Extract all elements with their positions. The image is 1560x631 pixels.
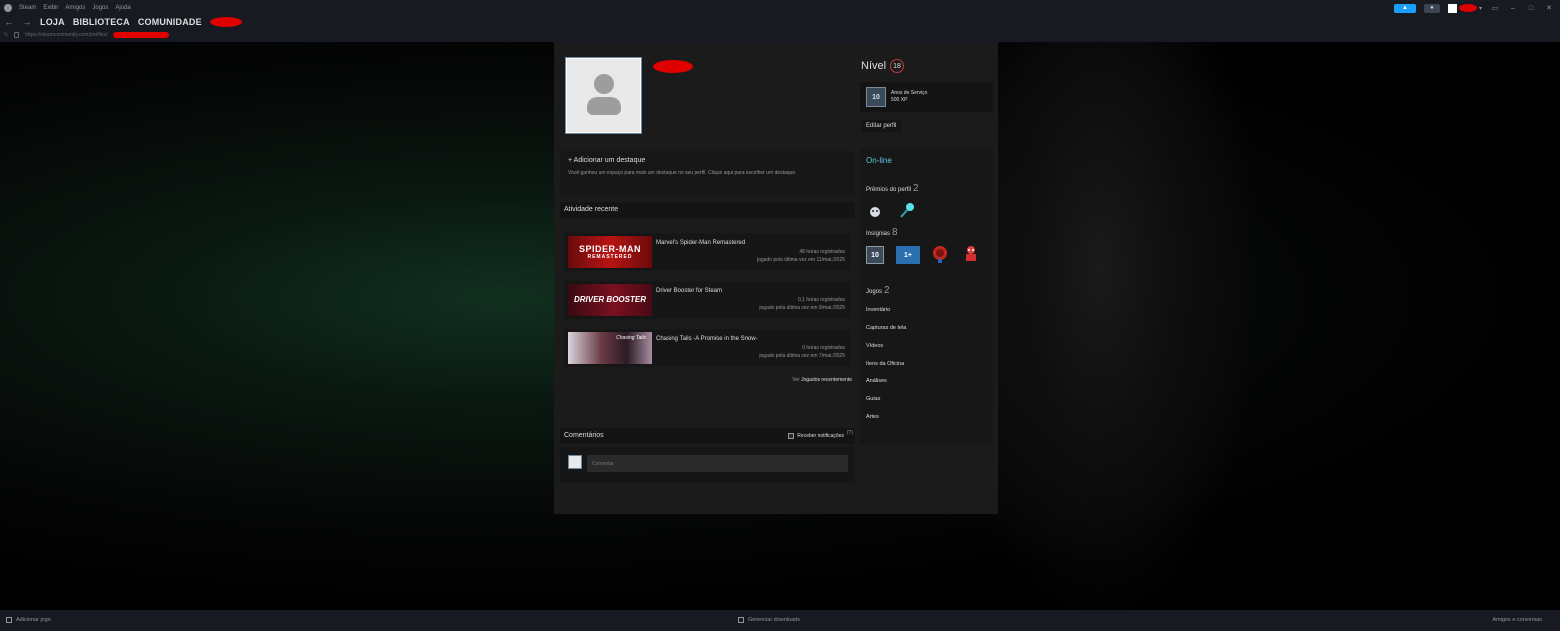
notifications-toggle[interactable]: Receber notificações bbox=[788, 433, 844, 439]
menu-amigos[interactable]: Amigos bbox=[65, 5, 85, 11]
badge-red-medal-icon[interactable] bbox=[930, 244, 950, 264]
url-text[interactable]: https://steamcommunity.com/profiles/ bbox=[25, 32, 107, 38]
game-name[interactable]: Driver Booster for Steam bbox=[656, 288, 722, 294]
add-game-button[interactable]: Adicionar jogo bbox=[6, 617, 51, 623]
menu-exibir[interactable]: Exibir bbox=[43, 5, 58, 11]
menu-bar: Steam Exibir Amigos Jogos Ajuda bbox=[4, 3, 131, 13]
steam-logo-icon bbox=[4, 4, 12, 12]
nav-comunidade[interactable]: COMUNIDADE bbox=[138, 17, 202, 27]
forward-arrow-icon[interactable]: → bbox=[22, 17, 32, 27]
sidebar-link-inventario[interactable]: Inventário bbox=[866, 307, 890, 313]
default-avatar-icon bbox=[567, 59, 640, 132]
service-badge-box[interactable]: 10 Anos de Serviço 500 XP bbox=[860, 82, 993, 112]
friends-chat-button[interactable]: Amigos e conversas bbox=[1492, 617, 1542, 623]
comment-input[interactable] bbox=[587, 455, 848, 472]
game-row: DRIVER BOOSTER Driver Booster for Steam … bbox=[564, 281, 851, 319]
badges-section[interactable]: Insígnias 8 bbox=[866, 227, 898, 238]
manage-downloads-button[interactable]: Gerenciar downloads bbox=[738, 617, 800, 623]
notifications-help[interactable]: (?) bbox=[847, 430, 853, 436]
chevron-down-icon: ▾ bbox=[1478, 5, 1482, 12]
game-capsule[interactable]: Chasing Tails bbox=[568, 332, 652, 364]
account-avatar bbox=[1447, 3, 1457, 13]
service-xp: 500 XP bbox=[891, 97, 908, 103]
game-last-played: jogado pela última vez em 11/mai./2025 bbox=[756, 257, 845, 263]
steam-titlebar: Steam Exibir Amigos Jogos Ajuda ← → LOJA… bbox=[0, 0, 1560, 42]
bottom-bar: Adicionar jogo Gerenciar downloads Amigo… bbox=[0, 610, 1560, 631]
game-last-played: jogado pela última vez em 9/mai./2025 bbox=[759, 305, 845, 311]
game-capsule[interactable]: DRIVER BOOSTER bbox=[568, 284, 652, 316]
game-hours: 0 horas registradas bbox=[802, 345, 845, 351]
download-icon bbox=[738, 617, 744, 623]
game-hours: 0,1 horas registradas bbox=[798, 297, 845, 303]
profile-sidebar: On-line Prêmios do perfil 2 Insígnias 8 10… bbox=[860, 149, 993, 445]
game-row: Chasing Tails Chasing Tails -A Promise i… bbox=[564, 329, 851, 367]
menu-jogos[interactable]: Jogos bbox=[92, 5, 108, 11]
redacted-profile-name bbox=[653, 60, 693, 73]
notifications-checkbox[interactable] bbox=[788, 433, 795, 439]
recently-played-link[interactable]: Jogados recentemente bbox=[801, 377, 852, 383]
minimize-icon[interactable]: – bbox=[1508, 5, 1518, 12]
badge-one-plus[interactable]: 1+ bbox=[896, 246, 920, 264]
online-status: On-line bbox=[866, 156, 892, 165]
years-of-service-icon: 10 bbox=[866, 87, 886, 107]
redacted-username bbox=[209, 17, 242, 27]
top-right-controls: ▲ ● ▾ ▭ – □ ✕ bbox=[1393, 3, 1554, 13]
main-nav: ← → LOJA BIBLIOTECA COMUNIDADE bbox=[4, 15, 242, 29]
add-showcase[interactable]: + Adicionar um destaque Você ganhou um e… bbox=[560, 151, 855, 196]
comment-area bbox=[560, 447, 855, 483]
lock-icon bbox=[14, 32, 20, 38]
profile-awards-section[interactable]: Prêmios do perfil 2 bbox=[866, 183, 919, 194]
sidebar-link-artes[interactable]: Artes bbox=[866, 414, 879, 420]
reload-icon[interactable]: ↻ bbox=[4, 32, 8, 38]
showcase-description: Você ganhou um espaço para mais um desta… bbox=[568, 170, 797, 176]
commenter-avatar bbox=[568, 455, 582, 469]
sidebar-link-videos[interactable]: Vídeos bbox=[866, 343, 883, 349]
game-name[interactable]: Chasing Tails -A Promise in the Snow- bbox=[656, 336, 758, 342]
sidebar-link-capturas[interactable]: Capturas de tela bbox=[866, 325, 906, 331]
notifications-label: Receber notificações bbox=[797, 433, 844, 439]
profile-avatar[interactable] bbox=[565, 57, 642, 134]
game-name[interactable]: Marvel's Spider-Man Remastered bbox=[656, 240, 745, 246]
showcase-title: + Adicionar um destaque bbox=[568, 157, 646, 164]
nav-biblioteca[interactable]: BIBLIOTECA bbox=[73, 17, 130, 27]
award-ghost-icon[interactable] bbox=[868, 205, 882, 219]
level-area: Nível 18 bbox=[861, 59, 905, 73]
games-section[interactable]: Jogos 2 bbox=[866, 285, 890, 296]
close-icon[interactable]: ✕ bbox=[1544, 4, 1554, 12]
game-last-played: jogado pela última vez em 7/mai./2025 bbox=[759, 353, 845, 359]
notifications-button[interactable]: ● bbox=[1423, 3, 1440, 13]
account-menu[interactable]: ▾ bbox=[1447, 3, 1482, 13]
redacted-account bbox=[1458, 4, 1477, 12]
award-comet-icon[interactable] bbox=[898, 201, 916, 219]
badge-robot-icon[interactable] bbox=[962, 244, 980, 264]
back-arrow-icon[interactable]: ← bbox=[4, 17, 14, 27]
plus-icon bbox=[6, 617, 12, 623]
service-title: Anos de Serviço bbox=[891, 90, 928, 96]
game-hours: 48 horas registradas bbox=[799, 249, 845, 255]
maximize-icon[interactable]: □ bbox=[1526, 5, 1536, 12]
big-picture-icon[interactable]: ▭ bbox=[1490, 4, 1500, 12]
redacted-url bbox=[113, 32, 170, 38]
game-capsule[interactable]: SPIDER-MAN REMASTERED bbox=[568, 236, 652, 268]
nav-loja[interactable]: LOJA bbox=[40, 17, 65, 27]
level-label: Nível bbox=[861, 60, 887, 72]
level-badge[interactable]: 18 bbox=[890, 59, 905, 73]
url-bar: ↻ https://steamcommunity.com/profiles/ bbox=[4, 30, 170, 40]
badge-years-of-service[interactable]: 10 bbox=[866, 246, 884, 264]
game-row: SPIDER-MAN REMASTERED Marvel's Spider-Ma… bbox=[564, 233, 851, 271]
see-recently-played[interactable]: Ver Jogados recentemente bbox=[792, 377, 852, 383]
recent-activity-header: Atividade recente bbox=[560, 202, 855, 218]
announce-button[interactable]: ▲ bbox=[1393, 3, 1416, 13]
sidebar-link-guias[interactable]: Guias bbox=[866, 396, 880, 402]
edit-profile-button[interactable]: Editar perfil bbox=[861, 120, 902, 132]
menu-ajuda[interactable]: Ajuda bbox=[115, 5, 130, 11]
menu-steam[interactable]: Steam bbox=[19, 5, 36, 11]
profile-page: Nível 18 10 Anos de Serviço 500 XP Edita… bbox=[554, 42, 998, 514]
sidebar-link-analises[interactable]: Análises bbox=[866, 378, 887, 384]
sidebar-link-oficina[interactable]: Itens da Oficina bbox=[866, 361, 904, 367]
